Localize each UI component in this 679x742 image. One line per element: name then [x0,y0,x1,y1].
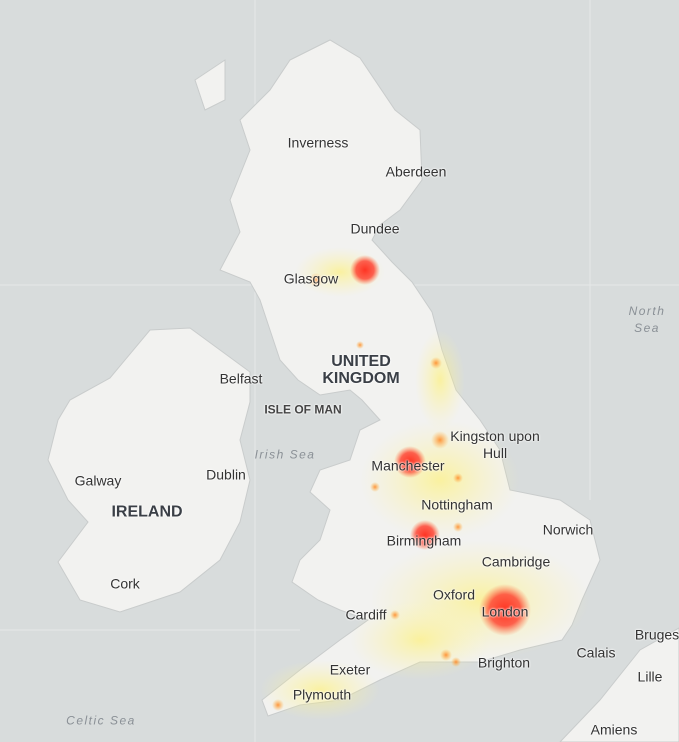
label-belfast: Belfast [219,370,263,387]
label-galway: Galway [74,472,122,489]
label-nottingham: Nottingham [421,496,493,513]
label-irish-sea: Irish Sea [254,447,316,462]
hull-line1: Kingston upon [450,428,540,444]
label-dublin: Dublin [206,466,246,483]
uk-line1: UNITED [331,353,391,370]
label-norwich: Norwich [542,521,594,538]
outage-heat-map[interactable]: Inverness Aberdeen Dundee Glasgow Belfas… [0,0,679,742]
label-amiens: Amiens [590,721,638,738]
label-inverness: Inverness [287,134,349,151]
label-united-kingdom: UNITED KINGDOM [322,353,399,387]
label-london: London [481,603,529,620]
label-exeter: Exeter [329,661,371,678]
label-ireland: IRELAND [111,503,183,521]
label-celtic-sea: Celtic Sea [66,713,136,728]
label-oxford: Oxford [432,586,476,603]
label-cambridge: Cambridge [481,553,551,570]
north-sea-line2: Sea [634,321,660,335]
label-cork: Cork [110,575,140,592]
label-manchester: Manchester [371,457,445,474]
label-bruges: Bruges [634,626,679,643]
label-cardiff: Cardiff [345,606,387,623]
label-glasgow: Glasgow [283,270,339,287]
label-kingston-upon-hull: Kingston upon Hull [450,428,540,462]
label-north-sea: North Sea [629,303,666,337]
label-dundee: Dundee [350,220,400,237]
label-birmingham: Birmingham [386,532,462,549]
label-aberdeen: Aberdeen [385,163,447,180]
label-isle-of-man: ISLE OF MAN [264,402,342,417]
scotland-islands [194,59,226,111]
label-lille: Lille [637,668,663,685]
hull-line2: Hull [482,445,508,461]
north-sea-line1: North [628,304,666,318]
label-calais: Calais [576,644,616,661]
uk-line2: KINGDOM [322,370,400,387]
label-brighton: Brighton [477,654,531,671]
label-plymouth: Plymouth [292,686,352,703]
